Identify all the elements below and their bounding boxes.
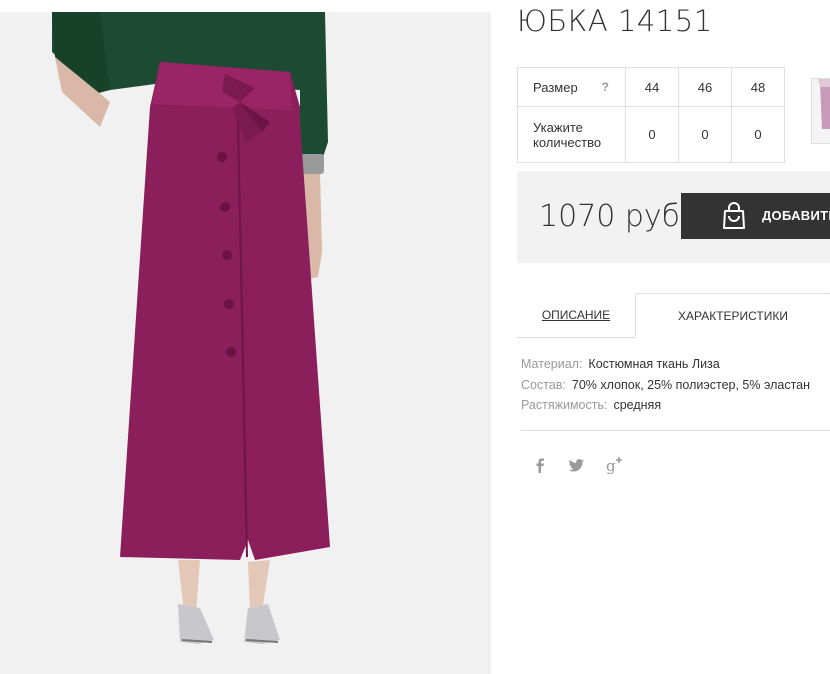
quantity-input-44[interactable]: 0 (625, 106, 679, 163)
shopping-bag-icon (721, 202, 747, 233)
size-help-icon[interactable]: ? (602, 80, 609, 94)
product-title: ЮБКА 14151 (517, 4, 713, 38)
add-to-cart-button[interactable]: ДОБАВИТЬ (681, 193, 830, 239)
social-divider (521, 430, 830, 431)
product-tabs: ОПИСАНИЕ ХАРАКТЕРИСТИКИ (517, 293, 830, 338)
product-photo[interactable] (0, 12, 491, 674)
product-image-illustration (0, 12, 491, 674)
size-label-cell: Размер ? (517, 67, 626, 107)
characteristic-row: Состав: 70% хлопок, 25% полиэстер, 5% эла… (521, 375, 810, 396)
size-option-44: 44 (625, 67, 679, 107)
google-plus-icon[interactable]: g (604, 454, 626, 476)
quantity-input-48[interactable]: 0 (731, 106, 785, 163)
quantity-label-cell: Укажите количество (517, 106, 626, 163)
tab-description[interactable]: ОПИСАНИЕ (517, 293, 635, 337)
twitter-icon[interactable] (566, 454, 588, 476)
svg-text:g: g (606, 457, 616, 475)
tab-characteristics[interactable]: ХАРАКТЕРИСТИКИ (635, 293, 830, 338)
product-thumbnail[interactable] (811, 78, 830, 144)
characteristic-row: Растяжимость: средняя (521, 395, 810, 416)
size-option-48: 48 (731, 67, 785, 107)
size-option-46: 46 (678, 67, 732, 107)
characteristic-key: Состав: (521, 377, 566, 392)
characteristic-key: Растяжимость: (521, 398, 608, 412)
characteristic-row: Материал: Костюмная ткань Лиза (521, 354, 810, 375)
size-row: Размер ? 44 46 48 (517, 67, 785, 107)
characteristic-value: 70% хлопок, 25% полиэстер, 5% эластан (571, 377, 811, 392)
characteristic-value: Костюмная ткань Лиза (588, 357, 720, 371)
add-to-cart-label: ДОБАВИТЬ (762, 208, 830, 223)
product-price: 1070 руб (539, 199, 681, 234)
facebook-icon[interactable] (529, 454, 551, 476)
size-label: Размер (533, 79, 578, 95)
quantity-label-line2: количество (533, 134, 602, 150)
characteristics-list: Материал: Костюмная ткань Лиза Состав: 70%… (521, 354, 810, 416)
characteristic-value: средняя (613, 398, 662, 412)
size-quantity-table: Размер ? 44 46 48 Укажите количество 0 0… (517, 67, 785, 163)
quantity-label-line1: Укажите (533, 119, 583, 135)
quantity-row: Укажите количество 0 0 0 (517, 106, 785, 163)
buy-box: 1070 руб ДОБАВИТЬ (517, 171, 830, 263)
thumbnail-image (812, 79, 830, 143)
quantity-input-46[interactable]: 0 (678, 106, 732, 163)
characteristic-key: Материал: (521, 357, 583, 371)
